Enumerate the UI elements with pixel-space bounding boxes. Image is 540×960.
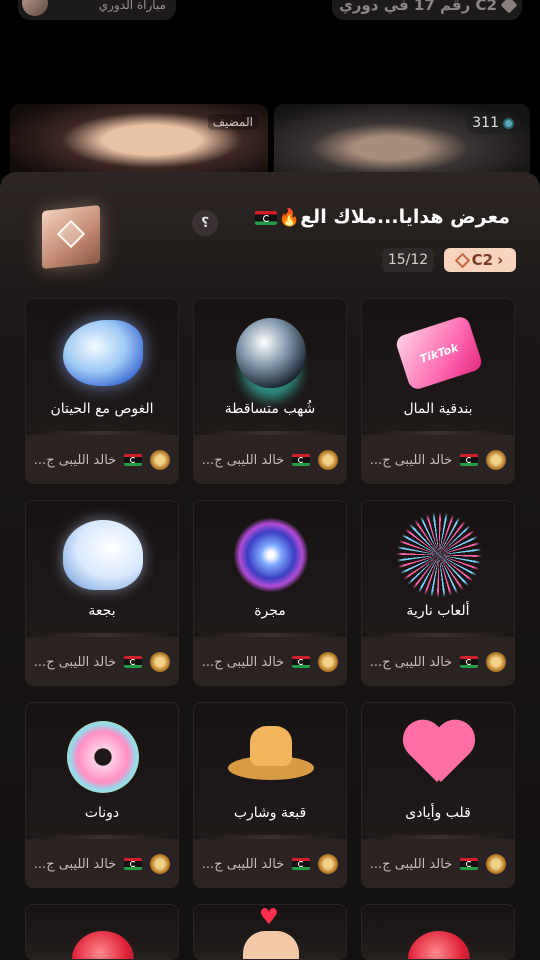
rose-icon [408,931,470,959]
league-rank-label: رقم 17 في دوري C2 [339,0,497,14]
gift-name: مجرة [254,603,286,619]
gift-card[interactable] [193,904,347,960]
libya-flag-icon [292,656,311,668]
crest-icon [318,854,339,874]
libya-flag-icon [124,656,143,668]
gift-sender: خالد الليبى ج... [194,839,346,887]
gift-card[interactable]: TikTok بندقية المال خالد الليبى ج... [361,298,515,484]
viewer-dot-icon [503,117,514,129]
crest-icon [150,854,171,874]
gift-name: قبعة وشارب [233,805,307,821]
sender-name: خالد الليبى ج... [201,856,285,872]
libya-flag-icon [124,858,143,870]
host-tag: المضيف [207,114,258,130]
libya-flag-icon [292,454,311,466]
libya-flag-icon [292,858,311,870]
gift-sender: خالد الليبى ج... [194,435,346,483]
gift-name: الغوص مع الحيتان [50,401,154,417]
gift-sender: خالد الليبى ج... [26,839,178,887]
sender-name: خالد الليبى ج... [201,452,285,468]
gift-name: ألعاب نارية [406,603,470,619]
level-tag-button[interactable]: C2 › [444,248,516,272]
sender-name: خالد الليبى ج... [33,856,117,872]
swan-icon [63,520,143,590]
crest-icon [318,450,339,470]
gift-card[interactable] [25,904,179,960]
finger-heart-icon [243,905,299,959]
gift-card[interactable]: قبعة وشارب خالد الليبى ج... [193,702,347,888]
viewer-count-badge: 311 [466,112,520,134]
libya-flag-icon [254,210,277,225]
crest-icon [486,854,507,874]
avatar [22,0,48,16]
level-label: C2 [471,251,494,269]
libya-flag-icon [124,454,143,466]
gallery-title-text: معرض هدايا...ملاك الع [300,206,510,228]
gift-name: قلب وأيادى [405,805,471,821]
gift-sender: خالد الليبى ج... [362,637,514,685]
diamond-icon [454,252,470,268]
gift-sender: خالد الليبى ج... [26,637,178,685]
sender-name: خالد الليبى ج... [33,654,117,670]
gift-card[interactable]: الغوص مع الحيتان خالد الليبى ج... [25,298,179,484]
gift-card[interactable]: بجعة خالد الليبى ج... [25,500,179,686]
gift-name: بندقية المال [403,401,473,417]
hat-mustache-icon [228,722,314,792]
libya-flag-icon [460,454,479,466]
donut-icon [67,721,139,793]
money-gun-icon: TikTok [394,314,484,392]
gift-count-badge: 15/12 [382,248,434,272]
crest-icon [318,652,339,672]
libya-flag-icon [460,858,479,870]
rose-icon [72,931,134,959]
crest-icon [486,450,507,470]
gift-sender: خالد الليبى ج... [26,435,178,483]
gallery-title: معرض هدايا...ملاك الع🔥 [253,206,510,228]
whale-diving-icon [63,320,143,386]
treasure-box-icon [36,202,106,270]
gift-card[interactable]: قلب وأيادى خالد الليبى ج... [361,702,515,888]
fireworks-icon [396,512,482,598]
crest-icon [486,652,507,672]
gift-card[interactable]: شُهب متساقطة خالد الليبى ج... [193,298,347,484]
gift-name: دونات [84,805,120,821]
sender-name: خالد الليبى ج... [369,452,453,468]
gift-name: بجعة [88,603,116,619]
sender-name: خالد الليبى ج... [369,856,453,872]
galaxy-icon [234,518,308,592]
crest-icon [150,652,171,672]
gift-card[interactable]: ألعاب نارية خالد الليبى ج... [361,500,515,686]
league-match-pill[interactable]: مباراة الدوري [18,0,176,20]
top-status-strip: مباراة الدوري رقم 17 في دوري C2 [0,0,540,24]
chevron-right-icon: › [497,251,504,269]
gift-sender: خالد الليبى ج... [362,435,514,483]
gift-sender: خالد الليبى ج... [194,637,346,685]
league-match-label: مباراة الدوري [98,0,166,12]
heart-hands-icon [401,722,477,792]
viewer-count: 311 [472,115,499,131]
league-rank-pill[interactable]: رقم 17 في دوري C2 [332,0,522,20]
fire-icon: 🔥 [278,207,301,228]
diamond-icon [500,0,518,14]
sender-name: خالد الليبى ج... [201,654,285,670]
gift-card[interactable]: مجرة خالد الليبى ج... [193,500,347,686]
gift-sender: خالد الليبى ج... [362,839,514,887]
sender-name: خالد الليبى ج... [33,452,117,468]
sender-name: خالد الليبى ج... [369,654,453,670]
gift-name: شُهب متساقطة [224,401,316,417]
meteor-shower-icon [236,318,306,388]
gift-card[interactable] [361,904,515,960]
libya-flag-icon [460,656,479,668]
help-button[interactable]: ؟ [192,210,218,236]
crest-icon [150,450,171,470]
gift-card[interactable]: دونات خالد الليبى ج... [25,702,179,888]
